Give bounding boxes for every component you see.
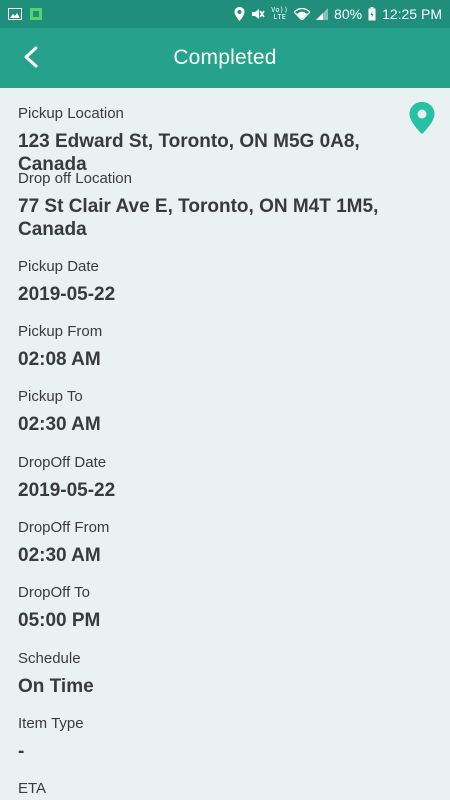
field-value: 2019-05-22: [18, 284, 116, 305]
back-arrow-icon: [23, 46, 39, 73]
field-schedule: Schedule On Time: [18, 649, 433, 698]
volte-lte-icon: Vo)) LTE: [271, 7, 288, 21]
app-bar: Completed: [0, 28, 450, 88]
wifi-icon: [294, 8, 311, 20]
back-button[interactable]: [14, 42, 48, 76]
field-item-type: Item Type -: [18, 714, 433, 763]
field-label: Pickup From: [18, 323, 103, 340]
field-label: Pickup Location: [18, 105, 124, 122]
mute-icon: [251, 7, 265, 21]
order-details: Pickup Location 123 Edward St, Toronto, …: [0, 88, 450, 800]
field-label: Drop off Location: [18, 170, 132, 187]
battery-percent: 80%: [334, 6, 363, 22]
field-value: 02:30 AM: [18, 414, 101, 435]
field-label: Schedule: [18, 650, 81, 667]
field-label: Pickup To: [18, 388, 83, 405]
field-label: Item Type: [18, 715, 84, 732]
field-value: 2019-05-22: [18, 480, 116, 501]
field-value: 02:30 AM: [18, 545, 101, 566]
status-bar: Vo)) LTE 80% 12:25 PM: [0, 0, 450, 28]
field-value: 05:00 PM: [18, 610, 101, 631]
sim-icon: [30, 8, 42, 20]
field-pickup-date: Pickup Date 2019-05-22: [18, 257, 433, 306]
field-label: DropOff Date: [18, 454, 107, 471]
field-value: -: [18, 741, 25, 762]
page-title: Completed: [173, 46, 277, 69]
field-label: ETA: [18, 780, 47, 797]
signal-icon: [316, 8, 329, 20]
field-pickup-from: Pickup From 02:08 AM: [18, 322, 433, 371]
battery-icon: [368, 7, 376, 21]
field-label: DropOff From: [18, 519, 110, 536]
field-dropoff-location: Drop off Location 77 St Clair Ave E, Tor…: [18, 169, 433, 241]
field-pickup-to: Pickup To 02:30 AM: [18, 387, 433, 436]
gallery-icon: [8, 8, 22, 20]
field-dropoff-to: DropOff To 05:00 PM: [18, 583, 433, 632]
field-pickup-location: Pickup Location 123 Edward St, Toronto, …: [18, 104, 433, 176]
map-pin-icon[interactable]: [409, 102, 435, 134]
field-label: DropOff To: [18, 584, 90, 601]
field-eta: ETA: [18, 779, 433, 800]
field-dropoff-date: DropOff Date 2019-05-22: [18, 453, 433, 502]
field-label: Pickup Date: [18, 258, 99, 275]
lte-label: LTE: [273, 13, 286, 21]
field-value: 02:08 AM: [18, 349, 101, 370]
field-value: On Time: [18, 676, 94, 697]
location-icon: [234, 7, 245, 21]
field-value: 77 St Clair Ave E, Toronto, ON M4T 1M5, …: [18, 196, 379, 240]
clock-time: 12:25 PM: [382, 6, 442, 22]
field-dropoff-from: DropOff From 02:30 AM: [18, 518, 433, 567]
